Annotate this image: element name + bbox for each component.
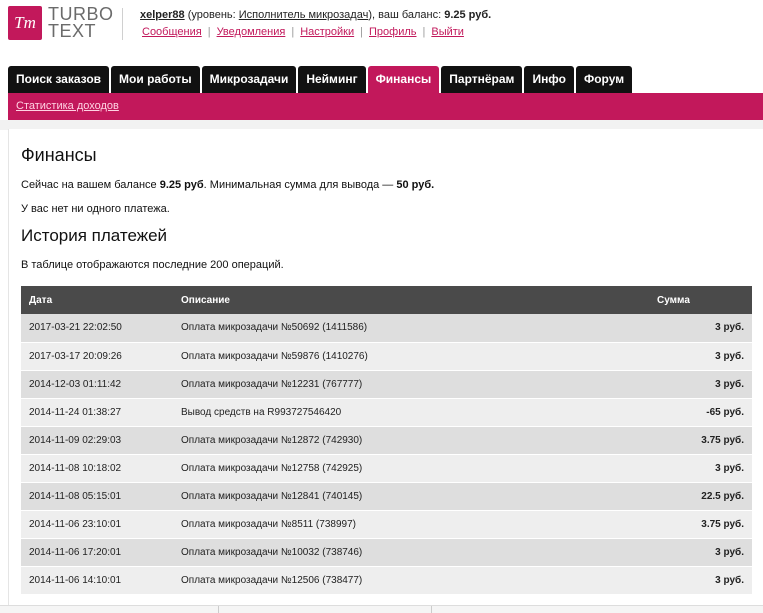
min-withdraw-value: 50 руб. bbox=[396, 179, 435, 191]
table-row: 2014-11-06 17:20:01 Оплата микрозадачи №1… bbox=[21, 538, 752, 567]
tab-forum[interactable]: Форум bbox=[575, 66, 633, 93]
header-links: Сообщения | Уведомления | Настройки | Профиль |… bbox=[142, 26, 464, 38]
user-info: xelper88 (уровень: Исполнитель микрозада… bbox=[140, 9, 491, 21]
cell-sum: 22.5 руб. bbox=[657, 482, 752, 511]
turbotext-logo-text[interactable]: TURBO TEXT bbox=[48, 5, 114, 41]
cell-sum: 3.75 руб. bbox=[657, 510, 752, 539]
header-date[interactable]: Дата bbox=[21, 286, 173, 314]
history-note: В таблице отображаются последние 200 опе… bbox=[21, 259, 284, 271]
cell-description: Оплата микрозадачи №8511 (738997) bbox=[173, 510, 657, 539]
tab-naming[interactable]: Нейминг bbox=[298, 66, 366, 93]
cell-description: Оплата микрозадачи №12758 (742925) bbox=[173, 454, 657, 483]
table-row: 2014-11-06 14:10:01 Оплата микрозадачи №1… bbox=[21, 566, 752, 595]
cell-description: Оплата микрозадачи №12506 (738477) bbox=[173, 566, 657, 595]
balance-info: Сейчас на вашем балансе 9.25 руб. Минима… bbox=[21, 179, 434, 191]
user-level-link[interactable]: Исполнитель микрозадач bbox=[239, 9, 369, 21]
cell-date: 2014-11-06 14:10:01 bbox=[21, 566, 173, 595]
cell-description: Оплата микрозадачи №12841 (740145) bbox=[173, 482, 657, 511]
level-prefix: (уровень: bbox=[184, 9, 239, 21]
balance-text-2: . Минимальная сумма для вывода — bbox=[203, 179, 397, 191]
cell-date: 2014-11-06 17:20:01 bbox=[21, 538, 173, 567]
cell-sum: 3 руб. bbox=[657, 538, 752, 567]
sub-navigation: Статистика доходов bbox=[8, 93, 763, 120]
balance-value: 9.25 руб bbox=[159, 179, 204, 191]
table-row: 2014-11-06 23:10:01 Оплата микрозадачи №8… bbox=[21, 510, 752, 539]
history-title: История платежей bbox=[21, 226, 168, 245]
cell-date: 2014-11-08 10:18:02 bbox=[21, 454, 173, 483]
cell-sum: 3 руб. bbox=[657, 314, 752, 343]
turbotext-logo-icon[interactable]: Tт bbox=[8, 6, 42, 40]
header-sum[interactable]: Сумма bbox=[657, 286, 752, 314]
tab-info[interactable]: Инфо bbox=[524, 66, 574, 93]
cell-sum: 3 руб. bbox=[657, 370, 752, 399]
table-row: 2014-11-24 01:38:27 Вывод средств на R993… bbox=[21, 398, 752, 427]
cell-sum: 3 руб. bbox=[657, 454, 752, 483]
user-balance: 9.25 руб. bbox=[444, 9, 492, 21]
footer-strip bbox=[0, 605, 763, 613]
cell-sum: 3 руб. bbox=[657, 566, 752, 595]
table-row: 2014-12-03 01:11:42 Оплата микрозадачи №1… bbox=[21, 370, 752, 399]
link-separator: | bbox=[422, 26, 426, 38]
balance-text-1: Сейчас на вашем балансе bbox=[21, 179, 160, 191]
table-header-row: Дата Описание Сумма bbox=[21, 286, 752, 314]
table-row: 2017-03-21 22:02:50 Оплата микрозадачи №5… bbox=[21, 314, 752, 343]
footer-divider bbox=[218, 606, 219, 613]
table-row: 2014-11-08 10:18:02 Оплата микрозадачи №1… bbox=[21, 454, 752, 483]
footer-divider bbox=[431, 606, 432, 613]
cell-description: Оплата микрозадачи №12231 (767777) bbox=[173, 370, 657, 399]
logo-line-2: TEXT bbox=[48, 21, 97, 41]
cell-date: 2014-11-24 01:38:27 bbox=[21, 398, 173, 427]
notifications-link[interactable]: Уведомления bbox=[217, 26, 286, 38]
tab-partners[interactable]: Партнёрам bbox=[441, 66, 523, 93]
cell-description: Оплата микрозадачи №12872 (742930) bbox=[173, 426, 657, 455]
page-title: Финансы bbox=[21, 145, 97, 165]
cell-date: 2014-11-09 02:29:03 bbox=[21, 426, 173, 455]
tab-my-works[interactable]: Мои работы bbox=[111, 66, 200, 93]
table-row: 2014-11-09 02:29:03 Оплата микрозадачи №1… bbox=[21, 426, 752, 455]
cell-date: 2017-03-17 20:09:26 bbox=[21, 342, 173, 371]
link-separator: | bbox=[360, 26, 363, 38]
tab-finance[interactable]: Финансы bbox=[367, 66, 440, 93]
cell-date: 2014-11-06 23:10:01 bbox=[21, 510, 173, 539]
tab-search-orders[interactable]: Поиск заказов bbox=[8, 66, 110, 93]
settings-link[interactable]: Настройки bbox=[300, 26, 354, 38]
username-link[interactable]: xelper88 bbox=[140, 9, 185, 21]
header-description[interactable]: Описание bbox=[173, 286, 657, 314]
header-divider bbox=[122, 8, 123, 40]
logout-link[interactable]: Выйти bbox=[431, 26, 464, 38]
link-separator: | bbox=[291, 26, 295, 38]
cell-date: 2014-12-03 01:11:42 bbox=[21, 370, 173, 399]
link-separator: | bbox=[207, 26, 211, 38]
table-row: 2014-11-08 05:15:01 Оплата микрозадачи №1… bbox=[21, 482, 752, 511]
table-row: 2017-03-17 20:09:26 Оплата микрозадачи №5… bbox=[21, 342, 752, 371]
tab-microtasks[interactable]: Микрозадачи bbox=[201, 66, 297, 93]
messages-link[interactable]: Сообщения bbox=[142, 26, 202, 38]
cell-sum: 3.75 руб. bbox=[657, 426, 752, 455]
cell-description: Вывод средств на R993727546420 bbox=[173, 398, 657, 427]
balance-prefix: ), ваш баланс: bbox=[368, 9, 445, 21]
cell-sum: 3 руб. bbox=[657, 342, 752, 371]
main-nav-tabs: Поиск заказов Мои работы Микрозадачи Ней… bbox=[8, 66, 634, 93]
cell-sum: -65 руб. bbox=[657, 398, 752, 427]
table-body: 2017-03-21 22:02:50 Оплата микрозадачи №5… bbox=[21, 314, 752, 595]
cell-date: 2017-03-21 22:02:50 bbox=[21, 314, 173, 343]
cell-description: Оплата микрозадачи №10032 (738746) bbox=[173, 538, 657, 567]
cell-date: 2014-11-08 05:15:01 bbox=[21, 482, 173, 511]
cell-description: Оплата микрозадачи №50692 (1411586) bbox=[173, 314, 657, 343]
income-stats-link[interactable]: Статистика доходов bbox=[16, 100, 119, 112]
profile-link[interactable]: Профиль bbox=[369, 26, 417, 38]
no-payments-text: У вас нет ни одного платежа. bbox=[21, 203, 170, 215]
payments-table: Дата Описание Сумма 2017-03-21 22:02:50 О… bbox=[21, 286, 752, 595]
cell-description: Оплата микрозадачи №59876 (1410276) bbox=[173, 342, 657, 371]
